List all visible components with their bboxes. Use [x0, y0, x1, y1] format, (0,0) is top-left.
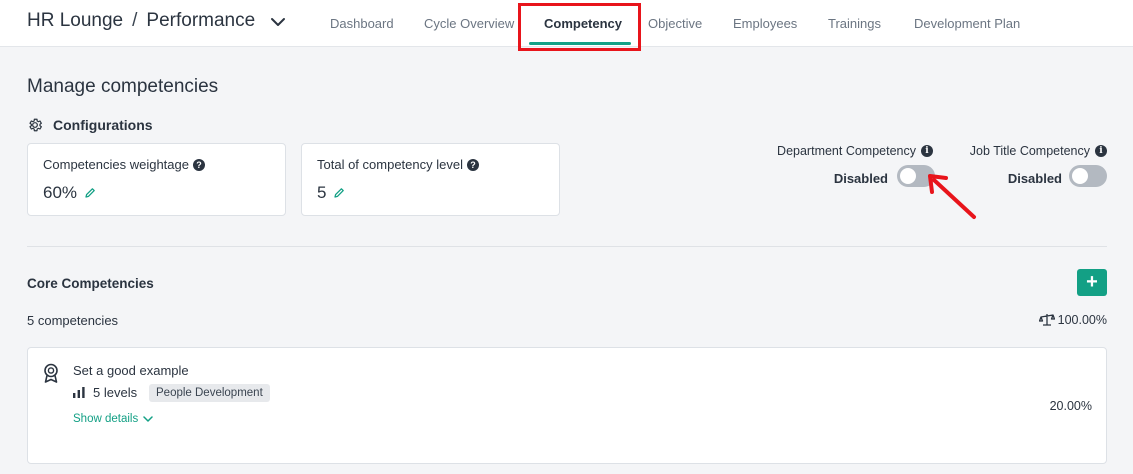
tab-dashboard[interactable]: Dashboard	[330, 16, 394, 31]
info-icon[interactable]: i	[921, 145, 933, 157]
question-icon[interactable]: ?	[466, 158, 479, 171]
switch-knob	[900, 168, 916, 184]
question-icon[interactable]: ?	[192, 158, 205, 171]
competency-card: Set a good example 5 levels People Devel…	[27, 347, 1107, 464]
breadcrumb-separator: /	[132, 10, 138, 31]
weightage-label: Competencies weightage	[43, 157, 189, 172]
section-divider	[27, 246, 1107, 247]
page-title: Manage competencies	[27, 76, 219, 97]
award-icon	[44, 363, 58, 383]
gear-icon	[29, 118, 42, 132]
total-weight-value: 100.00%	[1057, 313, 1107, 327]
competency-weight: 20.00%	[1049, 399, 1092, 413]
balance-scale-icon	[1038, 314, 1055, 326]
competency-count: 5 competencies	[27, 313, 119, 328]
competency-title[interactable]: Set a good example	[73, 363, 189, 378]
annotation-highlight-box	[518, 3, 641, 51]
breadcrumb: HR Lounge / Performance	[27, 10, 255, 32]
job-title-competency-state: Disabled	[1007, 171, 1062, 186]
competency-levels-text: 5 levels	[93, 385, 138, 400]
tab-trainings[interactable]: Trainings	[828, 16, 881, 31]
competency-level-value: 5	[317, 183, 327, 202]
chevron-down-icon[interactable]	[270, 14, 286, 30]
department-competency-state: Disabled	[833, 171, 888, 186]
show-details-label[interactable]: Show details	[73, 413, 138, 425]
tab-cycle-overview[interactable]: Cycle Overview	[424, 16, 514, 31]
department-competency-toggle-group: Department Competency i Disabled	[760, 144, 935, 190]
total-weight: 100.00%	[1038, 313, 1107, 327]
module-name[interactable]: Performance	[146, 10, 255, 31]
weightage-card: Competencies weightage? 60%	[27, 143, 286, 216]
switch-knob	[1072, 168, 1088, 184]
weightage-value: 60%	[43, 183, 78, 202]
job-title-competency-switch[interactable]	[1069, 165, 1107, 187]
pencil-icon[interactable]	[333, 187, 345, 199]
tab-development-plan[interactable]: Development Plan	[914, 16, 1020, 31]
info-icon[interactable]: i	[1095, 145, 1107, 157]
competency-level-label: Total of competency level	[317, 157, 463, 172]
department-competency-label: Department Competency	[777, 144, 916, 158]
pencil-icon[interactable]	[84, 187, 96, 199]
add-competency-button[interactable]: +	[1077, 269, 1107, 296]
chevron-down-icon[interactable]	[143, 414, 153, 424]
tab-objective[interactable]: Objective	[648, 16, 702, 31]
tab-employees[interactable]: Employees	[733, 16, 797, 31]
competency-levels: 5 levels	[73, 385, 137, 400]
show-details-link[interactable]: Show details	[73, 413, 153, 425]
job-title-competency-label: Job Title Competency	[969, 144, 1090, 158]
app-name[interactable]: HR Lounge	[27, 10, 123, 31]
competency-tag: People Development	[149, 384, 270, 402]
core-competencies-title: Core Competencies	[27, 276, 154, 291]
annotation-arrow-icon	[928, 174, 976, 219]
bar-chart-icon	[73, 387, 85, 398]
competency-level-card: Total of competency level? 5	[301, 143, 560, 216]
configurations-heading: Configurations	[27, 117, 153, 133]
configurations-label: Configurations	[53, 117, 153, 133]
